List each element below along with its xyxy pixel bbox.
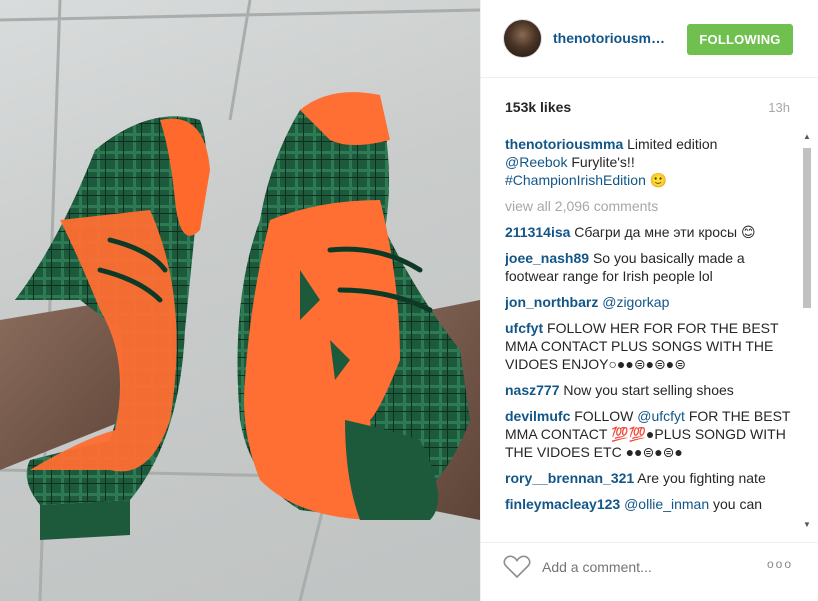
view-all-comments-link[interactable]: view all 2,096 comments bbox=[505, 197, 793, 215]
author-username[interactable]: thenotoriousmm.. bbox=[553, 30, 671, 46]
comment-mention[interactable]: @ollie_inman bbox=[620, 496, 709, 512]
comment-username[interactable]: joee_nash89 bbox=[505, 250, 589, 266]
comment-item: 211314isa Сбагри да мне эти кросы 😊 bbox=[505, 223, 793, 241]
likes-count[interactable]: 153k likes bbox=[505, 99, 571, 115]
following-button[interactable]: FOLLOWING bbox=[687, 24, 793, 55]
scroll-down-arrow-icon[interactable]: ▼ bbox=[802, 520, 812, 530]
comment-text: Are you fighting nate bbox=[634, 470, 766, 486]
comment-mention[interactable]: @ufcfyt bbox=[637, 408, 685, 424]
comment-item: ufcfyt FOLLOW HER FOR FOR THE BEST MMA C… bbox=[505, 319, 793, 373]
caption: thenotoriousmma Limited edition @Reebok … bbox=[505, 135, 793, 189]
caption-hashtag[interactable]: #ChampionIrishEdition bbox=[505, 172, 646, 188]
add-comment-input[interactable] bbox=[542, 558, 742, 576]
post-header: thenotoriousmm.. FOLLOWING bbox=[481, 0, 818, 78]
comment-text: Now you start selling shoes bbox=[559, 382, 734, 398]
comment-username[interactable]: finleymacleay123 bbox=[505, 496, 620, 512]
heart-icon[interactable] bbox=[503, 555, 531, 579]
comments-list: thenotoriousmma Limited edition @Reebok … bbox=[505, 135, 793, 533]
caption-text: Limited edition bbox=[623, 136, 718, 152]
post-sidebar: thenotoriousmm.. FOLLOWING 153k likes 13… bbox=[480, 0, 818, 601]
comments-scrollbar[interactable]: ▲ ▼ bbox=[802, 132, 812, 530]
post-time[interactable]: 13h bbox=[768, 100, 790, 115]
post-footer: ooo bbox=[481, 542, 818, 601]
post-photo[interactable] bbox=[0, 0, 480, 601]
comment-item: jon_northbarz @zigorkap bbox=[505, 293, 793, 311]
comment-username[interactable]: 211314isa bbox=[505, 224, 570, 240]
scroll-up-arrow-icon[interactable]: ▲ bbox=[802, 132, 812, 142]
caption-emoji: 🙂 bbox=[645, 172, 668, 188]
photo-image bbox=[0, 0, 480, 601]
comment-username[interactable]: devilmufc bbox=[505, 408, 570, 424]
more-options-icon[interactable]: ooo bbox=[767, 557, 793, 571]
avatar[interactable] bbox=[503, 19, 542, 58]
comment-username[interactable]: nasz777 bbox=[505, 382, 559, 398]
comment-username[interactable]: jon_northbarz bbox=[505, 294, 598, 310]
comment-item: rory__brennan_321 Are you fighting nate bbox=[505, 469, 793, 487]
comment-username[interactable]: rory__brennan_321 bbox=[505, 470, 634, 486]
caption-username[interactable]: thenotoriousmma bbox=[505, 136, 623, 152]
comment-item: devilmufc FOLLOW @ufcfyt FOR THE BEST MM… bbox=[505, 407, 793, 461]
comment-text: you can bbox=[709, 496, 763, 512]
comment-text: FOLLOW HER FOR FOR THE BEST MMA CONTACT … bbox=[505, 320, 779, 372]
comment-text: FOLLOW bbox=[570, 408, 638, 424]
comment-mention[interactable]: @zigorkap bbox=[598, 294, 669, 310]
caption-mention[interactable]: @Reebok bbox=[505, 154, 567, 170]
caption-text-2: Furylite's!! bbox=[567, 154, 635, 170]
comment-username[interactable]: ufcfyt bbox=[505, 320, 543, 336]
comment-text: Сбагри да мне эти кросы 😊 bbox=[570, 224, 756, 240]
comment-item: nasz777 Now you start selling shoes bbox=[505, 381, 793, 399]
scroll-thumb[interactable] bbox=[803, 148, 811, 308]
comment-item: finleymacleay123 @ollie_inman you can bbox=[505, 495, 793, 513]
comment-item: joee_nash89 So you basically made a foot… bbox=[505, 249, 793, 285]
